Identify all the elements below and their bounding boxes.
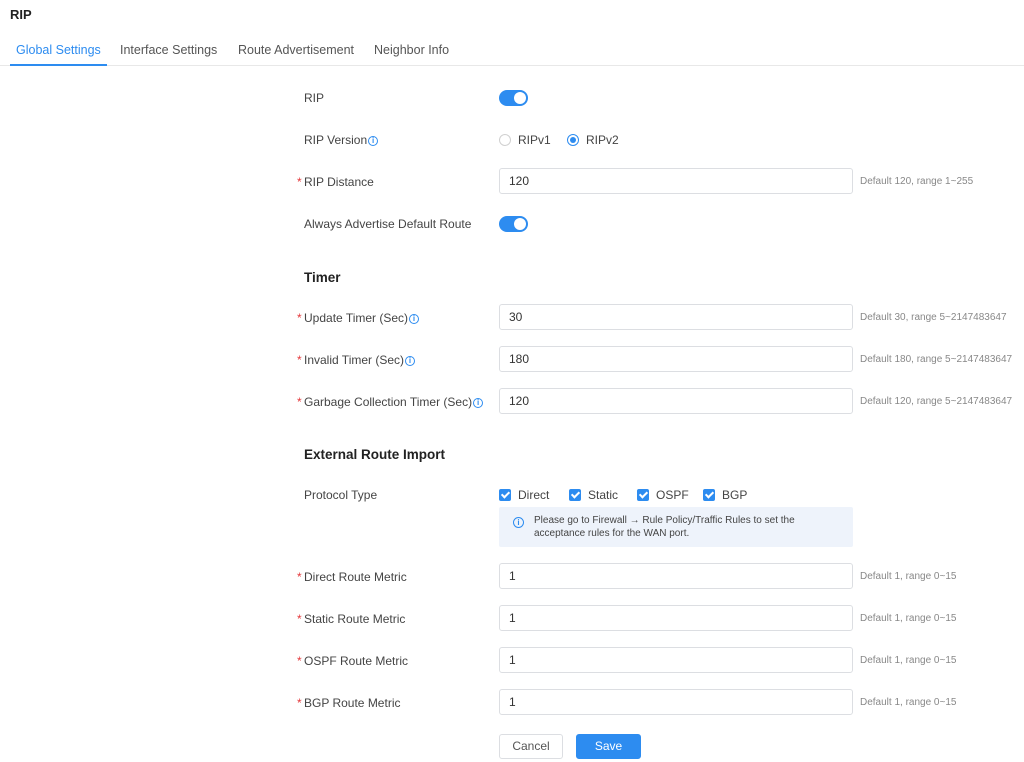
- tab-bar: Global Settings Interface Settings Route…: [0, 36, 1024, 66]
- required-mark: *: [297, 654, 302, 668]
- toggle-knob: [514, 218, 526, 230]
- required-mark: *: [297, 353, 302, 367]
- checkbox-direct-label: Direct: [518, 488, 550, 502]
- rip-distance-label-text: RIP Distance: [304, 175, 374, 189]
- rip-label: RIP: [304, 91, 325, 105]
- garbage-timer-row: *Garbage Collection Timer (Sec)i Default…: [0, 388, 1024, 416]
- info-icon[interactable]: i: [405, 355, 416, 366]
- info-icon: i: [513, 517, 524, 528]
- radio-ripv1-circle: [499, 134, 511, 146]
- rip-row: RIP: [0, 84, 1024, 112]
- checkbox-bgp-label: BGP: [722, 488, 748, 502]
- checkbox-ospf-label: OSPF: [656, 488, 689, 502]
- tab-neighbor-info[interactable]: Neighbor Info: [368, 36, 455, 66]
- required-mark: *: [297, 612, 302, 626]
- ospf-metric-row: *OSPF Route Metric Default 1, range 0~15: [0, 647, 1024, 675]
- static-metric-hint: Default 1, range 0~15: [860, 613, 957, 624]
- info-icon[interactable]: i: [473, 397, 484, 408]
- tab-global-settings[interactable]: Global Settings: [10, 36, 107, 66]
- ospf-metric-label-text: OSPF Route Metric: [304, 654, 409, 668]
- required-mark: *: [297, 696, 302, 710]
- required-mark: *: [297, 175, 302, 189]
- save-button[interactable]: Save: [576, 734, 641, 759]
- toggle-knob: [514, 92, 526, 104]
- direct-metric-row: *Direct Route Metric Default 1, range 0~…: [0, 563, 1024, 591]
- rip-distance-label: * RIP Distance: [297, 168, 374, 196]
- default-route-toggle[interactable]: [499, 216, 528, 232]
- bgp-metric-hint: Default 1, range 0~15: [860, 697, 957, 708]
- rip-distance-input[interactable]: [499, 168, 853, 194]
- checkbox-static-label: Static: [588, 488, 619, 502]
- invalid-timer-label-text: Invalid Timer (Sec): [304, 353, 405, 367]
- rip-version-label: RIP Version i: [304, 126, 379, 154]
- external-section-title: External Route Import: [304, 447, 446, 462]
- bgp-metric-label-text: BGP Route Metric: [304, 696, 401, 710]
- garbage-timer-label-text: Garbage Collection Timer (Sec): [304, 395, 473, 409]
- default-route-row: Always Advertise Default Route: [0, 210, 1024, 238]
- invalid-timer-row: *Invalid Timer (Sec)i Default 180, range…: [0, 346, 1024, 374]
- rip-version-row: RIP Version i RIPv1 RIPv2: [0, 126, 1024, 154]
- rip-distance-hint: Default 120, range 1~255: [860, 176, 974, 187]
- ospf-metric-label: * OSPF Route Metric: [297, 647, 409, 675]
- direct-metric-hint: Default 1, range 0~15: [860, 571, 957, 582]
- info-icon[interactable]: i: [409, 313, 420, 324]
- garbage-timer-input[interactable]: [499, 388, 853, 414]
- update-timer-label-text: Update Timer (Sec): [304, 311, 409, 325]
- protocol-type-label: Protocol Type: [304, 488, 378, 502]
- invalid-timer-label: * Invalid Timer (Sec) i: [297, 346, 416, 374]
- invalid-timer-hint: Default 180, range 5~2147483647: [860, 354, 1013, 365]
- checkbox-direct-box: [499, 489, 511, 501]
- timer-section-title: Timer: [304, 270, 341, 285]
- required-mark: *: [297, 311, 302, 325]
- static-metric-label-text: Static Route Metric: [304, 612, 406, 626]
- checkbox-bgp-box: [703, 489, 715, 501]
- garbage-timer-label: * Garbage Collection Timer (Sec) i: [297, 388, 484, 416]
- update-timer-hint: Default 30, range 5~2147483647: [860, 312, 1007, 323]
- checkbox-static-box: [569, 489, 581, 501]
- firewall-notice: i Please go to Firewall → Rule Policy/Tr…: [499, 507, 853, 547]
- invalid-timer-input[interactable]: [499, 346, 853, 372]
- update-timer-label: * Update Timer (Sec) i: [297, 304, 420, 332]
- bgp-metric-label: * BGP Route Metric: [297, 689, 401, 717]
- rip-toggle[interactable]: [499, 90, 528, 106]
- tab-route-advertisement[interactable]: Route Advertisement: [232, 36, 360, 66]
- default-route-label: Always Advertise Default Route: [304, 217, 472, 231]
- ospf-metric-hint: Default 1, range 0~15: [860, 655, 957, 666]
- update-timer-input[interactable]: [499, 304, 853, 330]
- page-title: RIP: [10, 7, 32, 22]
- notice-text: Please go to Firewall → Rule Policy/Traf…: [534, 515, 795, 539]
- static-metric-input[interactable]: [499, 605, 853, 631]
- static-metric-row: *Static Route Metric Default 1, range 0~…: [0, 605, 1024, 633]
- direct-metric-label: * Direct Route Metric: [297, 563, 407, 591]
- protocol-type-row: Protocol Type Direct Static OSPF BGP: [0, 481, 1024, 509]
- rip-distance-row: *RIP Distance Default 120, range 1~255: [0, 168, 1024, 196]
- bgp-metric-input[interactable]: [499, 689, 853, 715]
- checkbox-ospf-box: [637, 489, 649, 501]
- ospf-metric-input[interactable]: [499, 647, 853, 673]
- rip-version-label-text: RIP Version: [304, 133, 368, 147]
- required-mark: *: [297, 395, 302, 409]
- direct-metric-input[interactable]: [499, 563, 853, 589]
- required-mark: *: [297, 570, 302, 584]
- tab-interface-settings[interactable]: Interface Settings: [114, 36, 223, 66]
- update-timer-row: *Update Timer (Sec)i Default 30, range 5…: [0, 304, 1024, 332]
- info-icon[interactable]: i: [368, 135, 379, 146]
- garbage-timer-hint: Default 120, range 5~2147483647: [860, 396, 1013, 407]
- static-metric-label: * Static Route Metric: [297, 605, 406, 633]
- radio-ripv2-label: RIPv2: [586, 133, 619, 147]
- bgp-metric-row: *BGP Route Metric Default 1, range 0~15: [0, 689, 1024, 717]
- cancel-button[interactable]: Cancel: [499, 734, 563, 759]
- radio-ripv2-circle: [567, 134, 579, 146]
- direct-metric-label-text: Direct Route Metric: [304, 570, 407, 584]
- radio-ripv1-label: RIPv1: [518, 133, 551, 147]
